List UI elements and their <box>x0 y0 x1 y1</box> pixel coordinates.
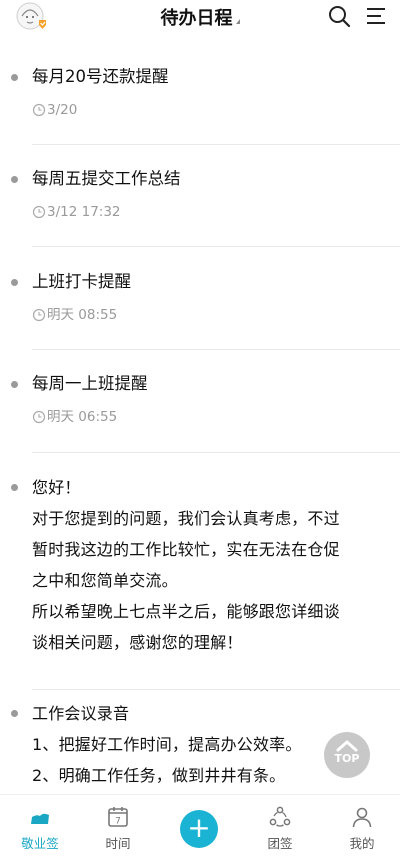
item-time: 3/20 <box>32 100 400 120</box>
list-item[interactable]: 每周五提交工作总结 3/12 17:32 <box>0 166 400 222</box>
repeat-clock-icon <box>32 410 46 424</box>
item-title: 上班打卡提醒 <box>32 272 131 291</box>
divider <box>32 349 400 350</box>
item-title: 每周一上班提醒 <box>32 374 148 393</box>
list-item[interactable]: 每周一上班提醒 明天 06:55 <box>0 371 400 427</box>
item-title: 每月20号还款提醒 <box>32 67 169 86</box>
bullet-dot <box>11 279 18 286</box>
user-icon <box>352 807 372 828</box>
chevron-up-icon <box>336 740 358 752</box>
tab-time[interactable]: 7 时间 <box>78 795 158 857</box>
page-title-text: 待办日程 <box>160 8 233 29</box>
bullet-dot <box>11 484 18 491</box>
bullet-dot <box>11 710 18 717</box>
bullet-dot <box>11 381 18 388</box>
group-icon <box>269 806 291 827</box>
tab-jingyeqian[interactable]: 敬业签 <box>0 795 80 857</box>
list-item[interactable]: 上班打卡提醒 明天 08:55 <box>0 269 400 325</box>
item-time: 3/12 17:32 <box>32 202 400 222</box>
divider <box>32 144 400 145</box>
repeat-clock-icon <box>32 103 46 117</box>
search-icon[interactable] <box>327 4 351 28</box>
tab-mine[interactable]: 我的 <box>322 795 400 857</box>
list-item[interactable]: 每月20号还款提醒 3/20 <box>0 64 400 120</box>
scroll-top-button[interactable]: TOP <box>324 732 370 778</box>
bullet-dot <box>11 74 18 81</box>
divider <box>32 452 400 453</box>
item-time: 明天 06:55 <box>32 407 400 427</box>
plus-icon: + <box>187 811 211 844</box>
divider <box>32 689 400 690</box>
cloud-note-icon <box>31 813 49 824</box>
tab-group[interactable]: 团签 <box>240 795 320 857</box>
item-time: 明天 08:55 <box>32 305 400 325</box>
bullet-dot <box>11 176 18 183</box>
repeat-clock-icon <box>32 308 46 322</box>
dropdown-caret-icon <box>235 19 240 24</box>
app-header: 待办日程 <box>0 0 400 32</box>
note-text: 您好！ 对于您提到的问题，我们会认真考虑，不过 暂时我这边的工作比较忙，实在无法… <box>32 478 340 652</box>
calendar-icon: 7 <box>108 807 128 827</box>
svg-text:7: 7 <box>115 817 121 827</box>
item-title: 每周五提交工作总结 <box>32 169 181 188</box>
add-button[interactable]: + <box>180 810 218 848</box>
note-item[interactable]: 您好！ 对于您提到的问题，我们会认真考虑，不过 暂时我这边的工作比较忙，实在无法… <box>0 472 400 658</box>
repeat-clock-icon <box>32 205 46 219</box>
scroll-top-label: TOP <box>334 752 360 765</box>
menu-icon[interactable] <box>364 4 388 28</box>
divider <box>32 246 400 247</box>
